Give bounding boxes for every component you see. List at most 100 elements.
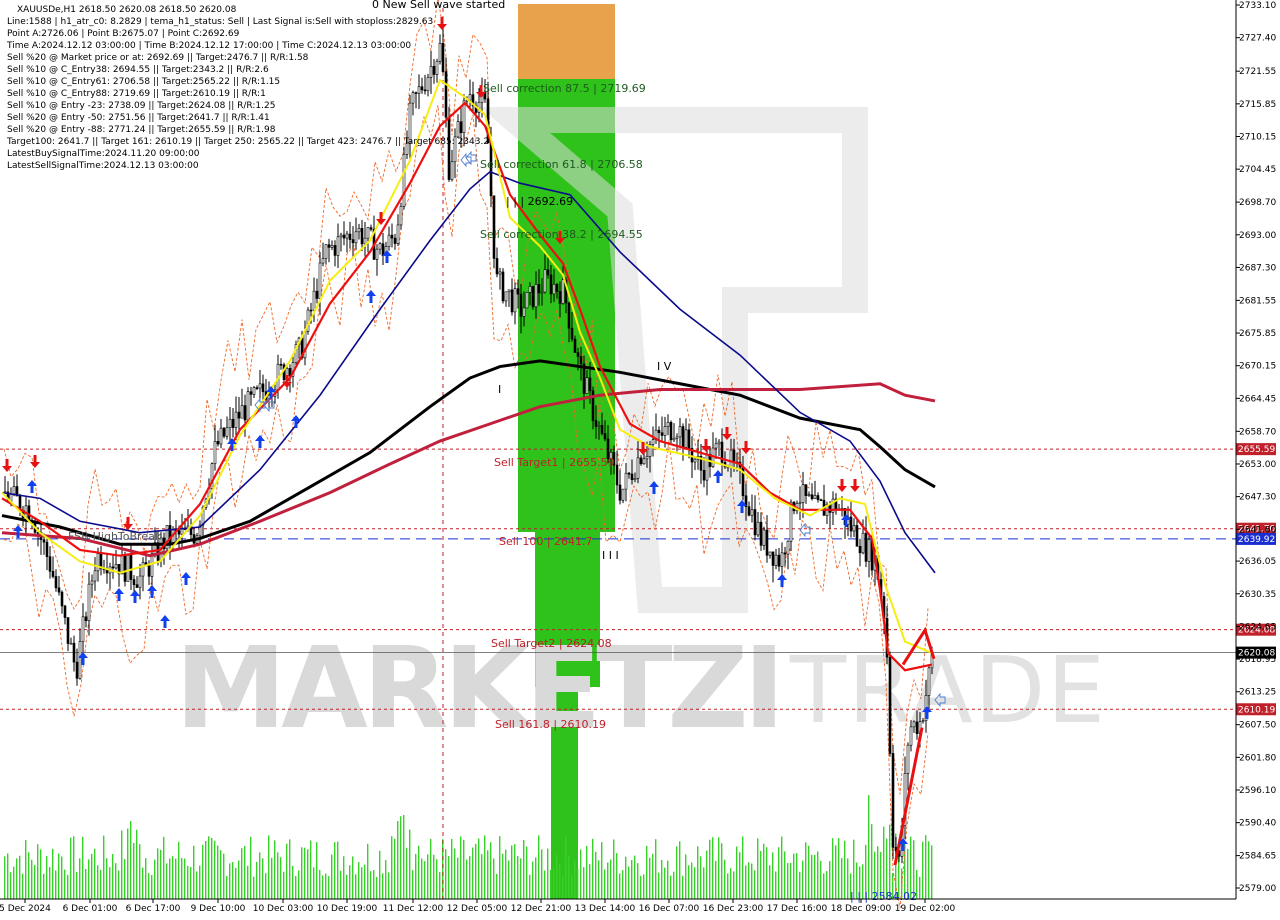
volume-bar [883,826,885,899]
volume-bar [682,875,684,899]
volume-bar [421,858,423,899]
volume-bar [922,841,924,899]
price-tick-label: 2590.40 [1239,819,1276,829]
bull-candle [87,583,91,622]
bear-candle [342,234,346,239]
bull-candle [789,501,793,542]
volume-bar [166,863,168,899]
volume-bar [643,874,645,899]
volume-bar [400,816,402,899]
buy-arrow [27,480,37,493]
sell-arrow [376,212,386,225]
price-tick-label: 2670.15 [1239,362,1276,372]
info-line: Sell %10 @ C_Entry61: 2706.58 || Target:… [7,77,281,87]
time-tick-label: 17 Dec 16:00 [767,904,828,914]
info-line: Sell %10 @ Entry -23: 2738.09 || Target:… [7,101,276,111]
bull-candle [852,525,856,532]
volume-bar [766,847,768,899]
bear-candle [45,541,49,557]
volume-bar [745,865,747,899]
bull-candle [867,539,871,562]
volume-bar [739,852,741,899]
time-tick-label: 12 Dec 21:00 [511,904,572,914]
bear-candle [588,377,592,392]
volume-bar [187,865,189,899]
bull-candle [525,292,529,309]
bull-candle [645,456,649,460]
price-tick-label: 2618.95 [1239,655,1276,665]
volume-bar [748,862,750,899]
bear-candle [600,425,604,434]
volume-bar [562,876,564,899]
volume-bar [775,871,777,899]
volume-bar [412,870,414,899]
bull-candle [252,387,256,395]
volume-bar [556,854,558,899]
volume-bar [94,848,96,899]
price-tick-label: 2681.55 [1239,296,1276,306]
buy-arrow [777,574,787,587]
bear-candle [660,432,664,436]
bull-candle [798,502,802,504]
volume-bar [460,836,462,899]
bear-candle [501,271,505,302]
volume-bar [478,838,480,899]
buy-arrow [13,525,23,538]
bear-candle [510,289,514,313]
volume-bar [661,859,663,899]
volume-bar [328,876,330,899]
bear-candle [765,529,769,556]
volume-bar [286,843,288,899]
bull-candle [909,726,913,746]
volume-bar [160,849,162,899]
volume-bar [757,838,759,899]
bull-candle [543,269,547,293]
bull-candle [321,258,325,264]
volume-bar [796,853,798,899]
price-tick-label: 2601.80 [1239,753,1276,763]
volume-bar [136,829,138,899]
time-tick-label: 13 Dec 14:00 [575,904,636,914]
time-tick-label: 12 Dec 05:00 [447,904,508,914]
bull-candle [126,555,130,582]
bear-candle [555,284,559,292]
volume-bar [70,837,72,899]
price-tick-label: 2664.45 [1239,394,1276,404]
bear-candle [147,565,151,577]
bull-candle [801,484,805,503]
bull-candle [141,562,145,577]
bull-candle [813,495,817,499]
buy-arrow [160,615,170,628]
buy-arrow [366,290,376,303]
volume-bar [793,853,795,899]
volume-bar [496,873,498,899]
volume-bar [472,847,474,899]
volume-bar [466,859,468,899]
bear-candle [237,411,241,419]
volume-bar [10,872,12,899]
volume-bar [229,863,231,899]
volume-bar [655,839,657,899]
volume-bar [82,836,84,899]
volume-bar [85,869,87,899]
volume-bar [454,848,456,899]
volume-bar [532,861,534,899]
volume-bar [697,846,699,899]
volume-bar [295,875,297,899]
volume-bar [331,854,333,899]
bear-candle [783,552,787,555]
bear-candle [60,591,64,607]
volume-bar [109,867,111,899]
info-line: Sell %10 @ C_Entry38: 2694.55 || Target:… [7,65,269,75]
bear-candle [810,494,814,499]
bull-candle [498,271,502,275]
bull-candle [684,429,688,448]
volume-bar [232,861,234,899]
bear-candle [495,258,499,275]
bull-candle [363,237,367,245]
time-tick-label: 6 Dec 01:00 [63,904,118,914]
volume-bar [49,867,51,899]
volume-bar [61,856,63,899]
bear-candle [618,484,622,501]
volume-bar [280,857,282,899]
